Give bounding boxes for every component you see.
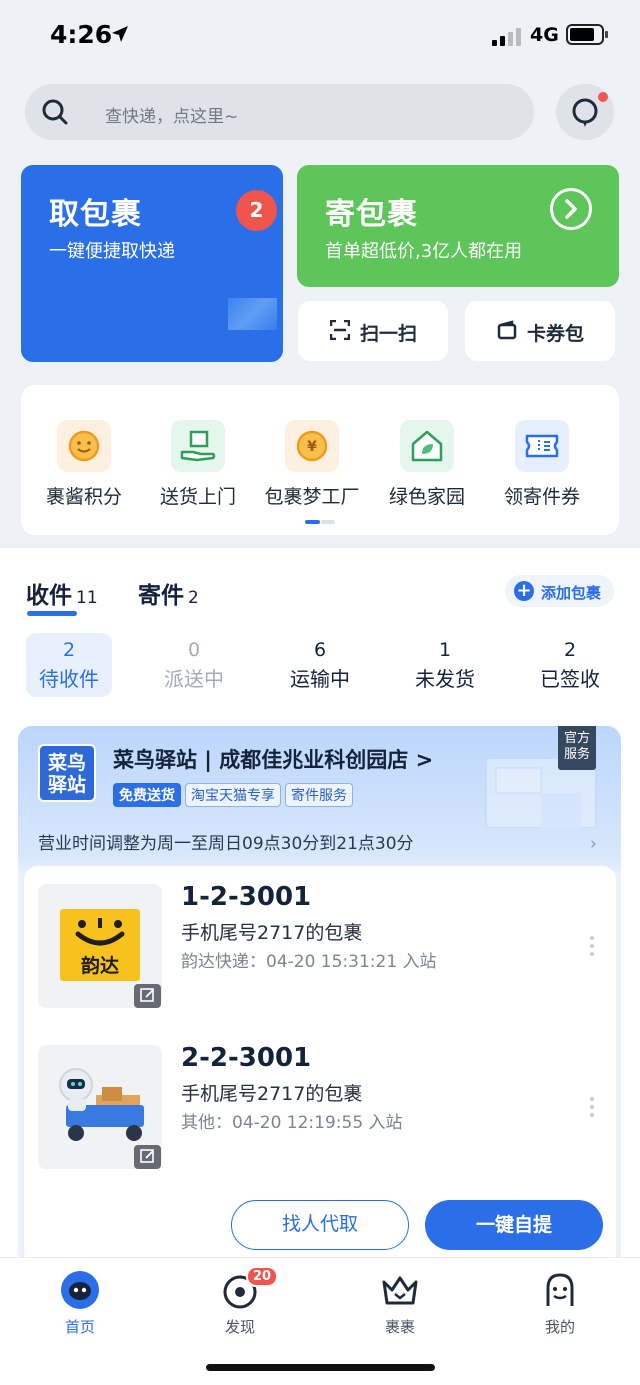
chevron-right-icon — [550, 188, 592, 230]
scan-button[interactable]: 扫一扫 — [298, 301, 448, 361]
pickup-illustration — [228, 298, 277, 330]
active-tab-underline — [27, 611, 77, 616]
tag-free-delivery: 免费送货 — [113, 783, 181, 807]
coin-icon: ¥ — [285, 420, 339, 472]
stat-not-shipped[interactable]: 1 未发货 — [402, 633, 488, 697]
send-subtitle: 首单超低价,3亿人都在用 — [325, 241, 523, 262]
pickup-subtitle: 一键便捷取快递 — [49, 241, 175, 262]
pickup-title: 取包裹 — [49, 197, 142, 232]
search-icon — [42, 99, 68, 125]
send-card[interactable]: 寄包裹 首单超低价,3亿人都在用 — [297, 165, 619, 287]
search-placeholder: 查快递，点这里~ — [105, 107, 239, 127]
edit-icon[interactable] — [134, 984, 161, 1008]
leaf-house-icon — [400, 420, 454, 472]
more-options-icon[interactable] — [590, 1097, 596, 1123]
chat-bubble-icon — [572, 98, 598, 127]
self-pickup-button[interactable]: 一键自提 — [425, 1200, 603, 1250]
discover-eye-icon: 20 — [220, 1266, 279, 1310]
station-card: 菜鸟 驿站 菜鸟驿站 | 成都佳兆业科创园店 > 免费送货 淘宝天猫专享 寄件服务 官… — [18, 726, 621, 1266]
svg-text:¥: ¥ — [307, 439, 317, 455]
service-home-delivery[interactable]: 送货上门 — [138, 420, 258, 509]
agent-pickup-button[interactable]: 找人代取 — [231, 1200, 409, 1250]
station-notice[interactable]: 营业时间调整为周一至周日09点30分到21点30分 › — [18, 826, 621, 866]
station-name-link[interactable]: 菜鸟驿站 | 成都佳兆业科创园店 > — [113, 744, 433, 774]
tabbar-home[interactable]: 首页 — [40, 1270, 120, 1337]
hand-box-icon — [171, 420, 225, 472]
tab-receive[interactable]: 收件 11 — [26, 576, 98, 610]
scan-label: 扫一扫 — [360, 323, 418, 345]
station-tags: 免费送货 淘宝天猫专享 寄件服务 — [113, 783, 357, 807]
package-item[interactable]: 韵达 1-2-3001 手机尾号2717的包裹 韵达快递：04-20 15:31… — [38, 882, 602, 1012]
tab-receive-count: 11 — [76, 588, 98, 608]
status-time: 4:26 — [50, 20, 113, 49]
tab-send[interactable]: 寄件 2 — [138, 576, 199, 610]
pickup-count-badge: 2 — [236, 190, 277, 231]
pickup-card[interactable]: 取包裹 一键便捷取快递 2 — [21, 165, 283, 362]
pickup-code: 1-2-3001 — [181, 882, 312, 912]
services-panel: 裹酱积分 送货上门 ¥ 包裹梦工厂 绿色家园 领寄件券 — [21, 385, 619, 535]
package-description: 手机尾号2717的包裹 — [181, 922, 363, 944]
crown-icon — [380, 1270, 420, 1310]
signal-icon — [492, 26, 522, 46]
package-description: 手机尾号2717的包裹 — [181, 1083, 363, 1105]
scan-icon — [330, 320, 350, 340]
wallet-icon — [497, 320, 517, 340]
service-send-coupon[interactable]: 领寄件券 — [482, 420, 602, 509]
station-logo: 菜鸟 驿站 — [38, 744, 96, 802]
service-package-factory[interactable]: ¥ 包裹梦工厂 — [252, 420, 372, 509]
edit-icon[interactable] — [134, 1145, 161, 1169]
package-meta: 韵达快递：04-20 15:31:21 入站 — [181, 952, 437, 972]
tag-send-service: 寄件服务 — [285, 783, 353, 807]
stat-delivering[interactable]: 0 派送中 — [151, 633, 237, 697]
wallet-label: 卡券包 — [527, 323, 585, 345]
official-service-badge: 官方 服务 — [558, 726, 596, 770]
tab-send-count: 2 — [188, 588, 199, 608]
package-meta: 其他：04-20 12:19:55 入站 — [181, 1113, 403, 1133]
profile-icon — [540, 1270, 580, 1310]
location-arrow-icon — [112, 26, 128, 42]
stat-signed[interactable]: 2 已签收 — [527, 633, 613, 697]
service-points[interactable]: 裹酱积分 — [24, 420, 144, 509]
coupon-wallet-button[interactable]: 卡券包 — [465, 301, 615, 361]
tabbar-profile[interactable]: 我的 — [520, 1270, 600, 1337]
more-options-icon[interactable] — [590, 936, 596, 962]
plus-icon: + — [514, 581, 534, 601]
discover-badge: 20 — [246, 1266, 279, 1287]
tabbar-guoguo[interactable]: 裹裹 — [360, 1270, 440, 1337]
stat-to-receive[interactable]: 2 待收件 — [26, 633, 112, 697]
home-indicator — [206, 1364, 435, 1371]
add-package-button[interactable]: + 添加包裹 — [505, 575, 614, 607]
package-item[interactable]: 2-2-3001 手机尾号2717的包裹 其他：04-20 12:19:55 入… — [38, 1043, 602, 1173]
status-bar: 4:26 4G — [0, 0, 640, 70]
send-title: 寄包裹 — [325, 197, 418, 232]
search-bar[interactable]: 查快递，点这里~ — [25, 84, 534, 140]
messages-button[interactable] — [556, 84, 614, 140]
stat-in-transit[interactable]: 6 运输中 — [277, 633, 363, 697]
coupon-icon — [515, 420, 569, 472]
services-pager — [305, 520, 335, 524]
network-type: 4G — [530, 24, 559, 46]
service-green-home[interactable]: 绿色家园 — [367, 420, 487, 509]
chevron-right-icon: › — [590, 834, 597, 854]
unread-dot — [598, 92, 608, 102]
smile-icon — [57, 420, 111, 472]
tabbar-discover[interactable]: 20 发现 — [200, 1266, 280, 1337]
tag-taobao-exclusive: 淘宝天猫专享 — [185, 783, 281, 807]
svg-text:韵达: 韵达 — [81, 954, 119, 977]
home-mascot-icon — [60, 1270, 100, 1310]
battery-icon — [566, 24, 604, 45]
pickup-code: 2-2-3001 — [181, 1043, 312, 1073]
